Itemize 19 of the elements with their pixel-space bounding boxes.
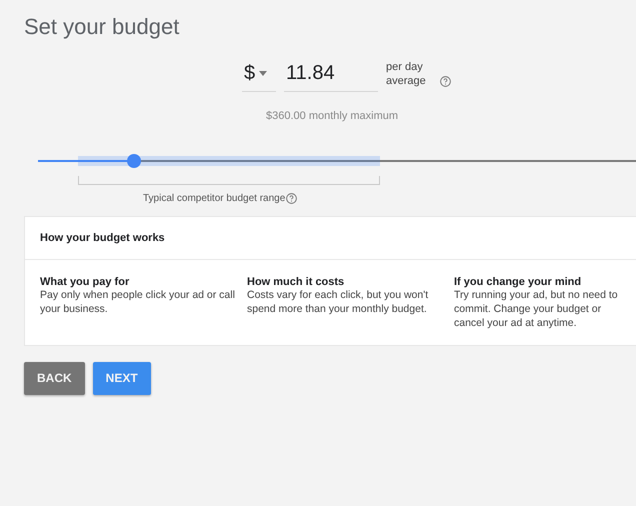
page-title: Set your budget: [24, 14, 180, 40]
column-text: Try running your ad, but no need to commit. Change your budget or cancel your ad at anytime.: [454, 288, 619, 331]
column-title: If you change your mind: [454, 276, 582, 288]
column-text: Pay only when people click your ad or call your business.: [40, 288, 236, 316]
column-title: How much it costs: [247, 276, 346, 288]
currency-dropdown[interactable]: $: [242, 60, 276, 92]
column-title: What you pay for: [40, 276, 130, 288]
back-button[interactable]: BACK: [24, 362, 85, 395]
unit-label: per day average: [386, 60, 427, 89]
range-label: Typical competitor budget range: [143, 193, 286, 204]
budget-slider[interactable]: [38, 154, 636, 168]
card-heading: How your budget works: [25, 217, 636, 260]
amount-field[interactable]: 11.84: [284, 60, 378, 92]
slider-thumb[interactable]: [126, 154, 141, 168]
column-text: Costs vary for each click, but you won't spend more than your monthly budget.: [247, 288, 430, 316]
help-icon[interactable]: [440, 76, 451, 87]
monthly-maximum: $360.00 monthly maximum: [266, 110, 400, 122]
help-icon[interactable]: [286, 193, 298, 204]
caret-icon: [259, 71, 268, 76]
